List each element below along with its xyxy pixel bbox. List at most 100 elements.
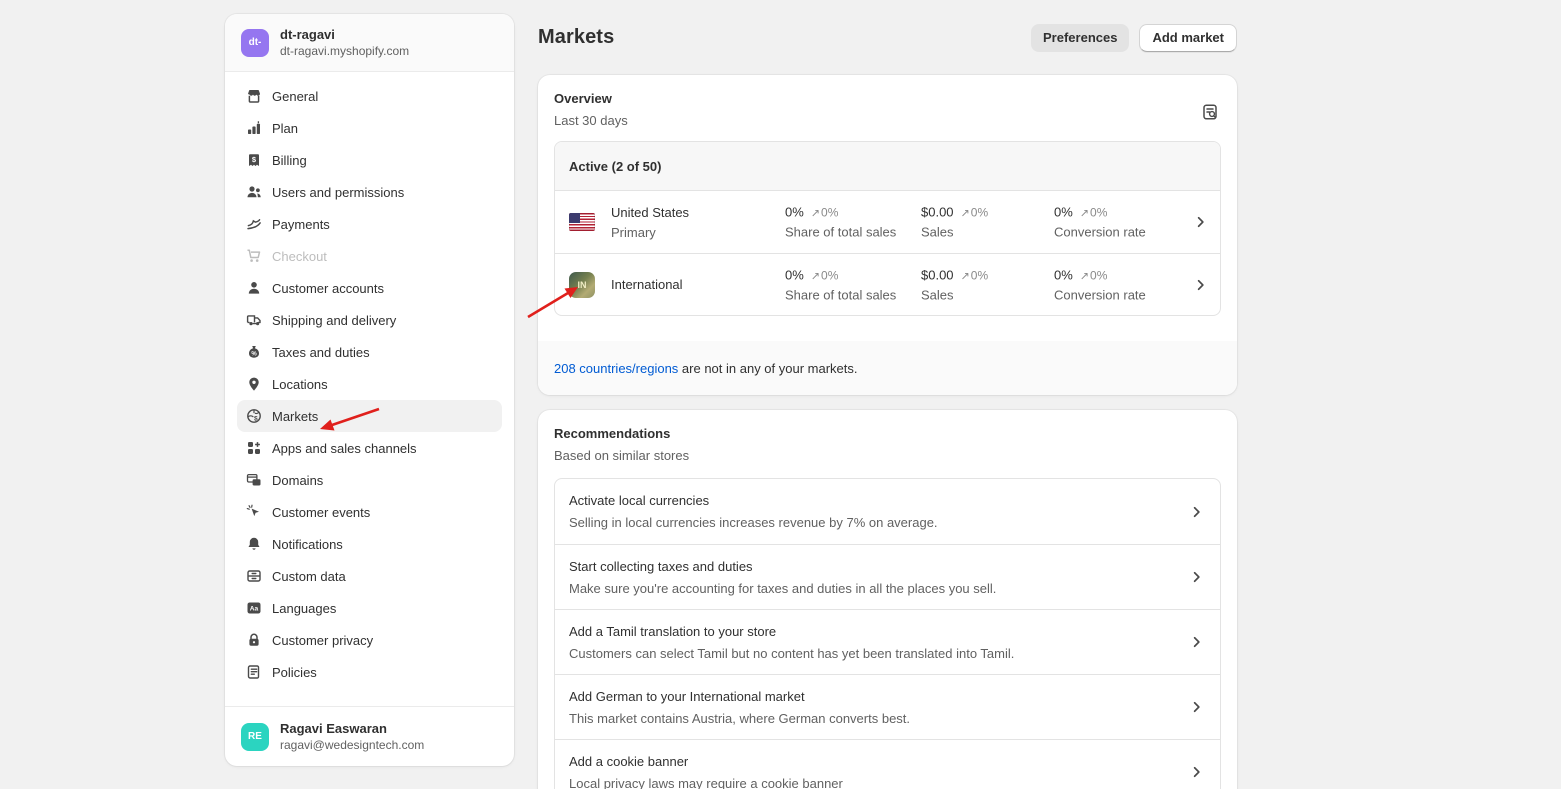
store-avatar: dt- [241,29,269,57]
sidebar-item-label: Markets [272,409,318,424]
overview-subtitle: Last 30 days [554,113,1221,128]
recommendation-description: Customers can select Tamil but no conten… [569,646,1176,661]
trend-up-icon: ↗ [1080,208,1089,220]
overview-report-button[interactable] [1199,101,1221,123]
preferences-button[interactable]: Preferences [1031,24,1129,52]
active-markets-table: Active (2 of 50) United StatesPrimary0%↗… [554,141,1221,316]
chevron-right-icon[interactable] [1189,635,1204,650]
sidebar-item-shipping-and-delivery[interactable]: Shipping and delivery [237,304,502,336]
svg-text:Aa: Aa [249,606,258,613]
sidebar-item-payments[interactable]: Payments [237,208,502,240]
sidebar-item-plan[interactable]: Plan [237,112,502,144]
plan-icon [245,120,262,137]
overview-title: Overview [554,91,1221,106]
sidebar-item-billing[interactable]: $Billing [237,144,502,176]
sidebar-item-notifications[interactable]: Notifications [237,528,502,560]
metric-share-of-total-sales: 0%↗0%Share of total sales [785,205,896,240]
market-row-international[interactable]: INInternational0%↗0%Share of total sales… [555,253,1220,315]
recommendation-title: Add a cookie banner [569,754,1176,769]
store-name: dt-ragavi [280,27,409,42]
metric-value: 0% [1054,267,1073,282]
overview-footer: 208 countries/regions are not in any of … [538,341,1237,395]
recommendations-title: Recommendations [554,426,1221,441]
us-flag [569,213,595,231]
metric-value: 0% [785,267,804,282]
sidebar-item-domains[interactable]: Domains [237,464,502,496]
tax-icon: % [245,344,262,361]
bell-icon [245,536,262,553]
add-market-button[interactable]: Add market [1139,24,1237,52]
recommendation-start-collecting-taxes-and-duties[interactable]: Start collecting taxes and dutiesMake su… [555,544,1220,609]
chevron-right-icon[interactable] [1189,504,1204,519]
chevron-right-icon[interactable] [1193,215,1208,230]
recommendation-description: Local privacy laws may require a cookie … [569,776,1176,789]
svg-text:%: % [251,352,257,358]
sidebar-item-policies[interactable]: Policies [237,656,502,688]
user-footer[interactable]: RE Ragavi Easwaran ragavi@wedesigntech.c… [225,706,514,766]
sidebar-item-label: Payments [272,217,330,232]
recommendation-title: Add a Tamil translation to your store [569,624,1176,639]
sidebar-item-apps-and-sales-channels[interactable]: Apps and sales channels [237,432,502,464]
sidebar-item-general[interactable]: General [237,80,502,112]
sidebar-item-label: Customer events [272,505,370,520]
policies-icon [245,664,262,681]
trend-up-icon: ↗ [1080,270,1089,282]
domains-icon [245,472,262,489]
sidebar-item-label: Users and permissions [272,185,404,200]
market-row-united-states[interactable]: United StatesPrimary0%↗0%Share of total … [555,191,1220,253]
trend-up-icon: ↗ [811,208,820,220]
recommendation-title: Add German to your International market [569,689,1176,704]
metric-delta: ↗0% [811,206,839,220]
market-rows: United StatesPrimary0%↗0%Share of total … [555,191,1220,315]
sidebar-item-label: Customer privacy [272,633,373,648]
sidebar-item-label: Plan [272,121,298,136]
metric-delta: ↗0% [961,206,989,220]
metric-label: Share of total sales [785,287,896,302]
sidebar-item-custom-data[interactable]: Custom data [237,560,502,592]
recommendation-add-a-cookie-banner[interactable]: Add a cookie banner Local privacy laws ma… [555,739,1220,789]
chevron-right-icon[interactable] [1189,700,1204,715]
page-header: Markets Preferences Add market [538,23,1237,52]
metric-label: Share of total sales [785,225,896,240]
sidebar-item-customer-accounts[interactable]: Customer accounts [237,272,502,304]
sidebar-item-customer-events[interactable]: Customer events [237,496,502,528]
market-name: United States [611,205,689,220]
recommendation-description: Selling in local currencies increases re… [569,515,1176,530]
international-badge: IN [569,272,595,298]
chevron-right-icon[interactable] [1189,570,1204,585]
pin-icon [245,376,262,393]
cart-icon [245,248,262,265]
settings-sidebar: dt- dt-ragavi dt-ragavi.myshopify.com Ge… [225,14,514,766]
recommendation-add-german-to-your-international-market[interactable]: Add German to your International marketT… [555,674,1220,739]
sidebar-item-label: Shipping and delivery [272,313,396,328]
sidebar-item-label: General [272,89,318,104]
metric-share-of-total-sales: 0%↗0%Share of total sales [785,267,896,302]
recommendation-activate-local-currencies[interactable]: Activate local currenciesSelling in loca… [555,479,1220,544]
metric-delta: ↗0% [1080,268,1108,282]
sidebar-item-users-and-permissions[interactable]: Users and permissions [237,176,502,208]
metric-label: Sales [921,225,988,240]
markets-page: Markets Preferences Add market Overview … [538,0,1237,789]
active-markets-header: Active (2 of 50) [555,142,1220,191]
chevron-right-icon[interactable] [1189,765,1204,780]
recommendations-list: Activate local currenciesSelling in loca… [554,478,1221,789]
recommendation-description: Make sure you're accounting for taxes an… [569,581,1176,596]
market-identity: United StatesPrimary [569,205,689,240]
countries-regions-link[interactable]: 208 countries/regions [554,361,678,376]
sidebar-item-languages[interactable]: AaLanguages [237,592,502,624]
payments-icon [245,216,262,233]
sidebar-item-checkout: Checkout [237,240,502,272]
trend-up-icon: ↗ [811,270,820,282]
sidebar-item-taxes-and-duties[interactable]: %Taxes and duties [237,336,502,368]
sidebar-item-customer-privacy[interactable]: Customer privacy [237,624,502,656]
users-icon [245,184,262,201]
store-header[interactable]: dt- dt-ragavi dt-ragavi.myshopify.com [225,14,514,72]
metric-label: Conversion rate [1054,287,1146,302]
chevron-right-icon[interactable] [1193,277,1208,292]
globe-dollar-icon: $ [245,408,262,425]
sidebar-item-locations[interactable]: Locations [237,368,502,400]
recommendation-add-a-tamil-translation-to-your-store[interactable]: Add a Tamil translation to your store Cus… [555,609,1220,674]
market-name-block: United StatesPrimary [611,205,689,240]
sidebar-item-label: Billing [272,153,307,168]
sidebar-item-markets[interactable]: $ Markets [237,400,502,432]
